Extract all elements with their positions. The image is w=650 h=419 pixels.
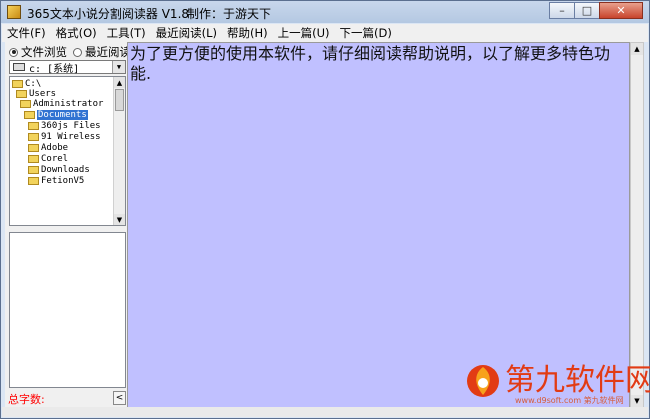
drive-icon bbox=[13, 63, 25, 71]
chevron-left-icon[interactable]: < bbox=[113, 391, 126, 405]
tree-item[interactable]: 360js Files bbox=[28, 121, 101, 131]
menu-bar: 文件(F) 格式(O) 工具(T) 最近阅读(L) 帮助(H) 上一篇(U) 下… bbox=[2, 24, 648, 42]
close-button[interactable]: ✕ bbox=[599, 2, 643, 19]
word-count-row: 总字数: < bbox=[5, 391, 127, 407]
recent-read-label[interactable]: 最近阅读 bbox=[85, 44, 131, 60]
watermark: 第九软件网 www.d9soft.com 第九软件网 bbox=[463, 353, 650, 405]
minimize-button[interactable]: – bbox=[549, 2, 575, 19]
tree-item[interactable]: Administrator bbox=[20, 99, 103, 109]
chevron-down-icon[interactable]: ▼ bbox=[112, 61, 125, 73]
folder-icon bbox=[28, 144, 39, 152]
tree-scroll-thumb[interactable] bbox=[115, 89, 124, 111]
tree-item[interactable]: Users bbox=[16, 89, 56, 99]
file-list[interactable] bbox=[9, 232, 126, 388]
tree-item[interactable]: Corel bbox=[28, 154, 68, 164]
folder-icon bbox=[28, 177, 39, 185]
arrow-down-icon[interactable]: ▼ bbox=[114, 214, 125, 225]
drive-select-value: c: [系统] bbox=[29, 63, 80, 75]
folder-icon bbox=[16, 90, 27, 98]
tree-scrollbar[interactable]: ▲ ▼ bbox=[113, 77, 125, 225]
status-bar bbox=[2, 407, 648, 417]
menu-file[interactable]: 文件(F) bbox=[2, 25, 51, 41]
tree-item[interactable]: C:\ bbox=[12, 79, 41, 89]
folder-tree[interactable]: C:\ Users Administrator Documents 360js … bbox=[9, 76, 126, 226]
tree-item[interactable]: 91 Wireless bbox=[28, 132, 101, 142]
menu-recent[interactable]: 最近阅读(L) bbox=[151, 25, 222, 41]
tree-item-selected[interactable]: Documents bbox=[24, 110, 88, 120]
maximize-button[interactable]: □ bbox=[574, 2, 600, 19]
app-icon bbox=[7, 5, 21, 19]
watermark-logo-icon bbox=[467, 365, 499, 397]
watermark-text: 第九软件网 bbox=[505, 363, 650, 398]
watermark-url: www.d9soft.com 第九软件网 bbox=[515, 396, 624, 405]
recent-read-radio[interactable] bbox=[73, 47, 82, 57]
window-controls: – □ ✕ bbox=[549, 2, 643, 19]
tree-item[interactable]: Adobe bbox=[28, 143, 68, 153]
window-title: 365文本小说分割阅读器 V1.8 bbox=[27, 7, 190, 21]
folder-icon bbox=[24, 111, 35, 119]
window-author: 制作：于游天下 bbox=[187, 7, 272, 21]
app-window: 365文本小说分割阅读器 V1.8 制作：于游天下 – □ ✕ 文件(F) 格式… bbox=[0, 0, 650, 419]
arrow-up-icon[interactable]: ▲ bbox=[114, 77, 125, 88]
menu-format[interactable]: 格式(O) bbox=[51, 25, 102, 41]
tree-item[interactable]: Downloads bbox=[28, 165, 90, 175]
menu-next-chapter[interactable]: 下一篇(D) bbox=[335, 25, 397, 41]
folder-icon bbox=[20, 100, 31, 108]
word-count-label: 总字数: bbox=[8, 393, 45, 406]
reader-text: 为了更方便的使用本软件，请仔细阅读帮助说明，以了解更多特色功能. bbox=[130, 44, 611, 83]
left-panel: 文件浏览 最近阅读 c: [系统] ▼ C:\ Users Administra… bbox=[5, 42, 131, 409]
title-bar[interactable]: 365文本小说分割阅读器 V1.8 制作：于游天下 – □ ✕ bbox=[1, 1, 649, 23]
folder-icon bbox=[28, 166, 39, 174]
folder-icon bbox=[28, 122, 39, 130]
drive-select[interactable]: c: [系统] ▼ bbox=[9, 60, 126, 75]
file-browse-radio[interactable] bbox=[9, 47, 18, 57]
folder-icon bbox=[12, 80, 23, 88]
file-browse-label[interactable]: 文件浏览 bbox=[21, 44, 67, 60]
folder-icon bbox=[28, 155, 39, 163]
menu-previous-chapter[interactable]: 上一篇(U) bbox=[273, 25, 335, 41]
menu-help[interactable]: 帮助(H) bbox=[222, 25, 273, 41]
browse-mode-radios: 文件浏览 最近阅读 bbox=[9, 44, 131, 60]
folder-icon bbox=[28, 133, 39, 141]
arrow-up-icon[interactable]: ▲ bbox=[631, 43, 643, 55]
menu-tools[interactable]: 工具(T) bbox=[102, 25, 151, 41]
tree-item[interactable]: FetionV5 bbox=[28, 176, 84, 186]
